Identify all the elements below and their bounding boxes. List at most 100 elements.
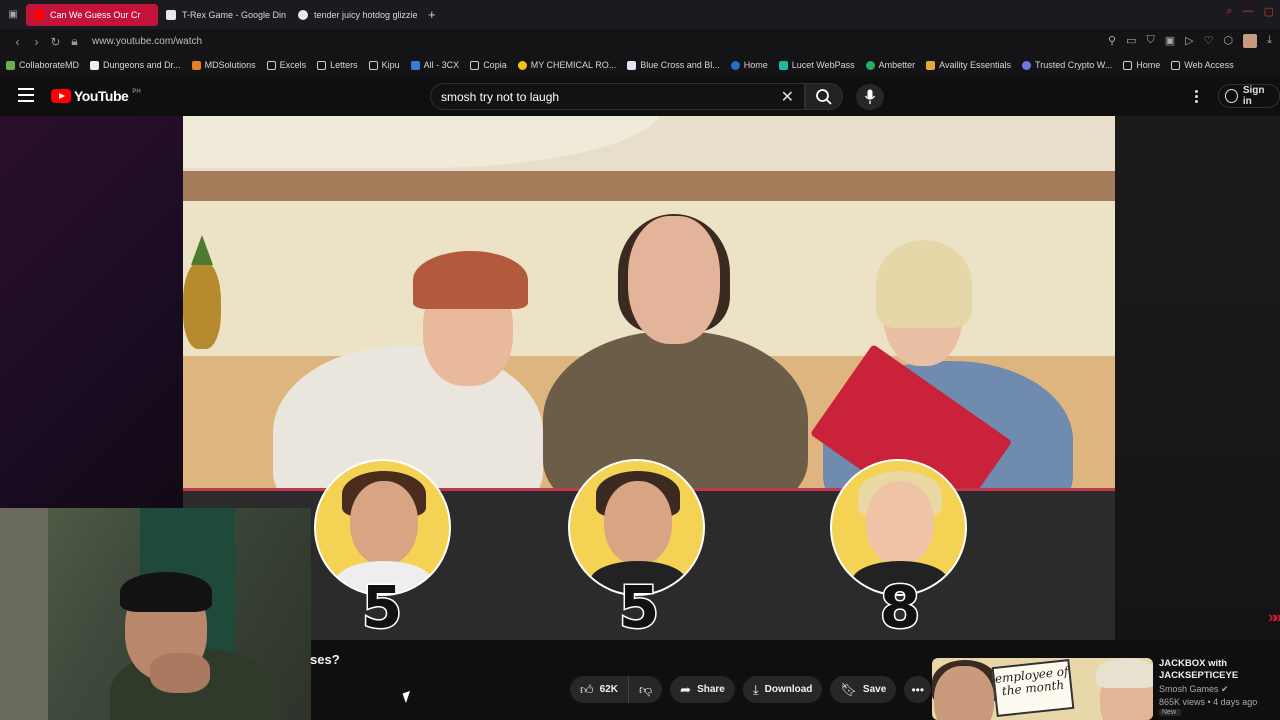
bookmark-item[interactable]: CollaborateMD bbox=[6, 60, 79, 70]
video-player[interactable]: 5 5 8 bbox=[183, 116, 1115, 640]
settings-more-icon[interactable] bbox=[1195, 90, 1198, 103]
bookmark-folder[interactable]: Letters bbox=[317, 60, 358, 70]
score-label: 5 bbox=[360, 573, 403, 640]
new-tab-button[interactable]: + bbox=[422, 7, 442, 22]
voice-search-button[interactable] bbox=[856, 84, 884, 110]
bookmark-icon bbox=[730, 60, 740, 70]
search-button[interactable] bbox=[805, 83, 843, 110]
microphone-icon bbox=[864, 89, 876, 104]
bookmark-folder[interactable]: Excels bbox=[266, 60, 306, 70]
bookmark-icon bbox=[410, 60, 420, 70]
pin-icon[interactable]: ⚲ bbox=[1108, 34, 1116, 48]
bookmark-item[interactable]: Home bbox=[1123, 60, 1160, 70]
shield-icon[interactable]: ⛉ bbox=[1147, 34, 1155, 48]
bookmark-item[interactable]: MY CHEMICAL RO... bbox=[517, 60, 616, 70]
search-icon bbox=[816, 88, 832, 105]
search-query: smosh try not to laugh bbox=[441, 89, 560, 104]
youtube-play-icon bbox=[51, 89, 71, 103]
page-favicon-icon bbox=[166, 9, 176, 20]
bookmark-item[interactable]: Availity Essentials bbox=[926, 60, 1011, 70]
bookmark-item[interactable]: Dungeons and Dr... bbox=[90, 60, 181, 70]
bookmark-icon bbox=[1022, 60, 1032, 70]
forward-icon[interactable]: › bbox=[27, 35, 46, 49]
tab-trex-game[interactable]: T-Rex Game - Google Din bbox=[158, 4, 290, 26]
tab-icon[interactable]: ▣ bbox=[1165, 34, 1175, 48]
pineapple-prop bbox=[183, 235, 221, 349]
page-icon bbox=[1171, 60, 1181, 70]
dislike-button[interactable]: 👎︎ bbox=[628, 676, 663, 703]
bookmark-item[interactable]: MDSolutions bbox=[191, 60, 256, 70]
bookmark-item[interactable]: All - 3CX bbox=[410, 60, 459, 70]
extensions-icon[interactable]: ⬡ bbox=[1224, 34, 1234, 48]
recommended-video[interactable]: employee of the month JACKBOX with JACKS… bbox=[932, 658, 1280, 720]
host-right-hair bbox=[876, 240, 972, 328]
maximize-icon[interactable]: ▢ bbox=[1264, 5, 1274, 18]
bookmark-item[interactable]: Trusted Crypto W... bbox=[1022, 60, 1112, 70]
bookmark-icon: 🔖︎ bbox=[840, 681, 857, 697]
window-controls: ⌕ — ▢ bbox=[1226, 5, 1274, 18]
bookmark-item[interactable]: Ambetter bbox=[865, 60, 915, 70]
score-label: 8 bbox=[878, 573, 921, 640]
page-icon bbox=[1123, 60, 1133, 70]
play-icon[interactable]: ▷ bbox=[1185, 34, 1193, 48]
video-thumbnail[interactable]: employee of the month bbox=[932, 658, 1153, 720]
lock-icon: 🔒︎ bbox=[71, 34, 78, 48]
view-stats: 865K views • 4 days ago bbox=[1159, 697, 1258, 707]
heart-icon[interactable]: ♡ bbox=[1204, 34, 1214, 48]
folder-icon bbox=[266, 60, 276, 70]
thumbs-up-icon: 👍︎ bbox=[580, 681, 594, 697]
score-label: 5 bbox=[617, 573, 660, 640]
bookmark-icon bbox=[865, 60, 875, 70]
tab-google-search[interactable]: tender juicy hotdog glizzie bbox=[290, 4, 422, 26]
back-icon[interactable]: ‹ bbox=[8, 35, 27, 49]
thumbs-down-icon: 👎︎ bbox=[638, 681, 653, 697]
bookmark-item[interactable]: Web Access bbox=[1171, 60, 1234, 70]
tab-label: Can We Guess Our Cr bbox=[50, 9, 141, 20]
snapshot-icon[interactable]: ▭ bbox=[1126, 34, 1136, 48]
bookmark-item[interactable]: Blue Cross and Bl... bbox=[627, 60, 720, 70]
search-tabs-icon[interactable]: ⌕ bbox=[1226, 5, 1232, 18]
url-field[interactable]: www.youtube.com/watch bbox=[92, 36, 202, 47]
recommended-title[interactable]: JACKBOX with JACKSEPTICEYE bbox=[1159, 658, 1269, 682]
shelf bbox=[0, 508, 48, 720]
channel-name[interactable]: Smosh Games ✔︎ bbox=[1159, 684, 1269, 695]
account-icon bbox=[1225, 89, 1238, 103]
tab-label: tender juicy hotdog glizzie bbox=[314, 9, 418, 20]
save-button[interactable]: 🔖︎ Save bbox=[830, 676, 897, 703]
share-button[interactable]: ➦ Share bbox=[670, 676, 735, 703]
tab-youtube[interactable]: Can We Guess Our Cr bbox=[26, 3, 158, 26]
hamburger-menu-icon[interactable] bbox=[18, 88, 34, 102]
ambient-background-right bbox=[1115, 116, 1280, 640]
youtube-logo[interactable]: YouTube PH bbox=[51, 88, 141, 104]
clear-search-icon[interactable]: ✕ bbox=[781, 87, 794, 107]
bookmark-item[interactable]: Home bbox=[730, 60, 768, 70]
bookmark-item[interactable]: Copia bbox=[470, 60, 507, 70]
like-button[interactable]: 👍︎ 62K bbox=[570, 676, 629, 703]
bookmark-item[interactable]: Lucet WebPass bbox=[778, 60, 855, 70]
address-bar: ‹ › ↻ 🔒︎ www.youtube.com/watch ⚲ ▭ ⛉ ▣ ▷… bbox=[0, 29, 1280, 54]
host-center-head bbox=[628, 216, 720, 344]
google-favicon-icon bbox=[298, 9, 308, 20]
video-title: ses? bbox=[310, 652, 340, 667]
more-actions-icon[interactable]: ••• bbox=[904, 676, 932, 703]
webcam-overlay bbox=[0, 508, 311, 720]
set-wood-panel bbox=[183, 171, 1115, 201]
tab-menu-icon[interactable]: ▣ bbox=[0, 9, 26, 20]
browser-tab-bar: ▣ Can We Guess Our Cr T-Rex Game - Googl… bbox=[0, 0, 1280, 29]
tab-label: T-Rex Game - Google Din bbox=[182, 9, 287, 20]
recommended-meta: JACKBOX with JACKSEPTICEYE Smosh Games ✔… bbox=[1159, 658, 1269, 720]
streamer-hand bbox=[150, 653, 210, 693]
new-badge: New bbox=[1159, 709, 1181, 716]
thumbnail-sign-text: employee of the month bbox=[991, 659, 1075, 717]
reload-icon[interactable]: ↻ bbox=[46, 35, 65, 49]
search-input[interactable]: smosh try not to laugh ✕ bbox=[430, 83, 805, 110]
bookmark-folder[interactable]: Kipu bbox=[368, 60, 400, 70]
bookmark-icon bbox=[517, 60, 527, 70]
download-button[interactable]: ⤓ Download bbox=[742, 676, 823, 703]
download-icon[interactable]: ⤓ bbox=[1267, 34, 1272, 48]
profile-avatar[interactable] bbox=[1243, 34, 1258, 48]
bookmark-icon bbox=[926, 60, 936, 70]
sign-in-button[interactable]: Sign in bbox=[1218, 84, 1280, 108]
baseball-cap bbox=[413, 251, 528, 309]
minimize-icon[interactable]: — bbox=[1243, 5, 1254, 18]
